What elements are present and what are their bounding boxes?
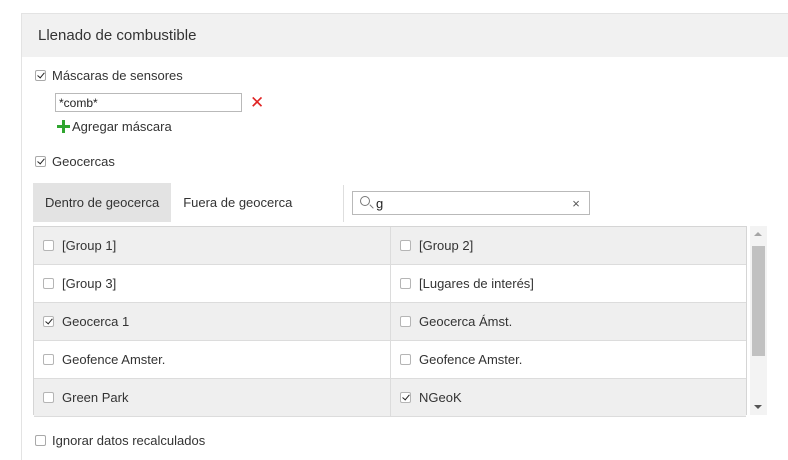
- table-row: [Group 1] [Group 2]: [34, 227, 746, 265]
- list-item[interactable]: Geofence Amster.: [34, 341, 390, 378]
- geofence-label: [Group 1]: [62, 238, 117, 253]
- geofence-checkbox[interactable]: [43, 278, 54, 289]
- plus-icon: [57, 120, 70, 133]
- geofence-label: Geocerca 1: [62, 314, 130, 329]
- table-row: [Group 3] [Lugares de interés]: [34, 265, 746, 303]
- list-item[interactable]: Geocerca Ámst.: [390, 303, 746, 340]
- geofence-tabs: Dentro de geocerca Fuera de geocerca: [33, 183, 304, 222]
- geofence-checkbox[interactable]: [400, 240, 411, 251]
- table-row: Geofence Amster. Geofence Amster.: [34, 341, 746, 379]
- panel-title: Llenado de combustible: [22, 14, 788, 57]
- geofence-label: [Group 2]: [419, 238, 474, 253]
- geofence-label: [Group 3]: [62, 276, 117, 291]
- search-icon: [360, 196, 374, 210]
- list-item[interactable]: [Group 1]: [34, 227, 390, 264]
- geofence-checkbox[interactable]: [43, 354, 54, 365]
- tab-inside-geofence[interactable]: Dentro de geocerca: [33, 183, 172, 222]
- list-item[interactable]: [Group 2]: [390, 227, 746, 264]
- add-mask-label: Agregar máscara: [72, 119, 172, 134]
- add-mask-button[interactable]: Agregar máscara: [57, 119, 172, 134]
- remove-mask-icon[interactable]: ✕: [250, 93, 264, 112]
- geofence-checkbox[interactable]: [43, 316, 54, 327]
- list-scrollbar[interactable]: [750, 226, 767, 415]
- geofence-label: NGeoK: [419, 390, 462, 405]
- list-item[interactable]: Green Park: [34, 379, 390, 416]
- table-row: Green Park NGeoK: [34, 379, 746, 417]
- geofence-label: Geofence Amster.: [419, 352, 523, 367]
- scroll-up-icon[interactable]: [754, 232, 762, 236]
- geofence-checkbox[interactable]: [400, 278, 411, 289]
- geofence-label: [Lugares de interés]: [419, 276, 534, 291]
- sensor-masks-option[interactable]: Máscaras de sensores: [35, 68, 183, 83]
- search-input[interactable]: [374, 195, 568, 211]
- ignore-recalculated-label: Ignorar datos recalculados: [52, 433, 206, 448]
- geofences-option[interactable]: Geocercas: [35, 154, 115, 169]
- geofence-checkbox[interactable]: [43, 240, 54, 251]
- geofence-label: Geofence Amster.: [62, 352, 166, 367]
- geofence-checkbox[interactable]: [400, 354, 411, 365]
- geofence-label: Green Park: [62, 390, 129, 405]
- geofence-search: ×: [352, 191, 590, 215]
- sensor-masks-label: Máscaras de sensores: [52, 68, 183, 83]
- list-item[interactable]: [Group 3]: [34, 265, 390, 302]
- ignore-recalculated-checkbox[interactable]: [35, 435, 46, 446]
- geofence-checkbox[interactable]: [400, 316, 411, 327]
- tab-divider: [343, 185, 344, 222]
- list-item[interactable]: Geocerca 1: [34, 303, 390, 340]
- geofences-checkbox[interactable]: [35, 156, 46, 167]
- table-row: Geocerca 1 Geocerca Ámst.: [34, 303, 746, 341]
- geofence-label: Geocerca Ámst.: [419, 314, 513, 329]
- sensor-masks-checkbox[interactable]: [35, 70, 46, 81]
- list-item[interactable]: [Lugares de interés]: [390, 265, 746, 302]
- geofence-list: [Group 1] [Group 2] [Group 3] [Lugares d…: [33, 226, 747, 417]
- scroll-thumb[interactable]: [752, 246, 765, 356]
- tab-outside-geofence[interactable]: Fuera de geocerca: [171, 183, 304, 222]
- geofence-checkbox[interactable]: [400, 392, 411, 403]
- scroll-down-icon[interactable]: [754, 405, 762, 409]
- geofences-label: Geocercas: [52, 154, 115, 169]
- geofence-checkbox[interactable]: [43, 392, 54, 403]
- list-item[interactable]: Geofence Amster.: [390, 341, 746, 378]
- sensor-mask-input[interactable]: [55, 93, 242, 112]
- ignore-recalculated-option[interactable]: Ignorar datos recalculados: [35, 433, 205, 448]
- list-item[interactable]: NGeoK: [390, 379, 746, 416]
- clear-search-icon[interactable]: ×: [568, 196, 584, 211]
